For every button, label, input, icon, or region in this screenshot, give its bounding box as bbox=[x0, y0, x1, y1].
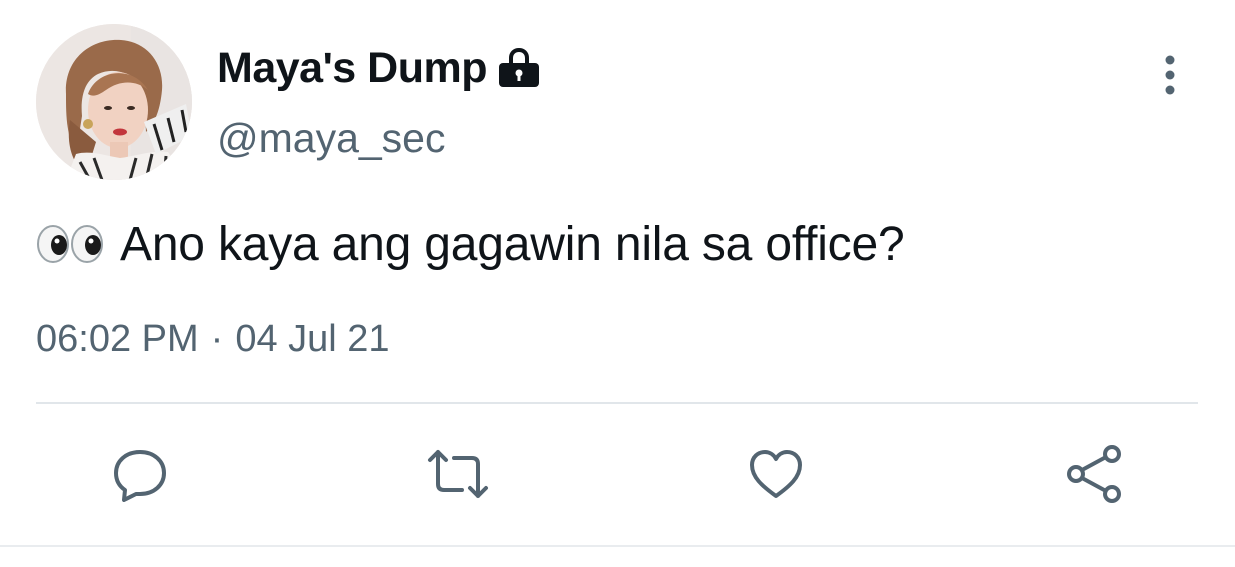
author-row: Maya's Dump bbox=[217, 40, 543, 96]
tweet-text: Ano kaya ang gagawin nila sa office? bbox=[36, 212, 905, 276]
bottom-divider bbox=[0, 545, 1235, 547]
avatar[interactable] bbox=[36, 24, 192, 180]
share-icon bbox=[1062, 444, 1126, 509]
share-button[interactable] bbox=[1058, 440, 1130, 512]
tweet-timestamp[interactable]: 06:02 PM · 04 Jul 21 bbox=[36, 318, 390, 361]
meta-separator: · bbox=[210, 318, 224, 360]
lock-icon bbox=[495, 44, 543, 92]
tweet-time: 06:02 PM bbox=[36, 318, 199, 360]
reply-button[interactable] bbox=[104, 440, 176, 512]
retweet-button[interactable] bbox=[422, 440, 494, 512]
action-bar bbox=[0, 440, 1235, 512]
retweet-icon bbox=[422, 446, 494, 507]
like-button[interactable] bbox=[740, 440, 812, 512]
more-options-icon[interactable] bbox=[1150, 52, 1190, 98]
reply-icon bbox=[110, 446, 170, 507]
divider bbox=[36, 402, 1198, 404]
like-icon bbox=[746, 446, 806, 507]
display-name[interactable]: Maya's Dump bbox=[217, 44, 487, 93]
user-handle[interactable]: @maya_sec bbox=[217, 115, 445, 162]
tweet-body: Ano kaya ang gagawin nila sa office? bbox=[120, 217, 905, 271]
tweet-date: 04 Jul 21 bbox=[235, 318, 390, 360]
tweet-card: Maya's Dump @maya_sec Ano kaya ang gagaw… bbox=[0, 0, 1235, 567]
eyes-icon bbox=[36, 224, 106, 264]
